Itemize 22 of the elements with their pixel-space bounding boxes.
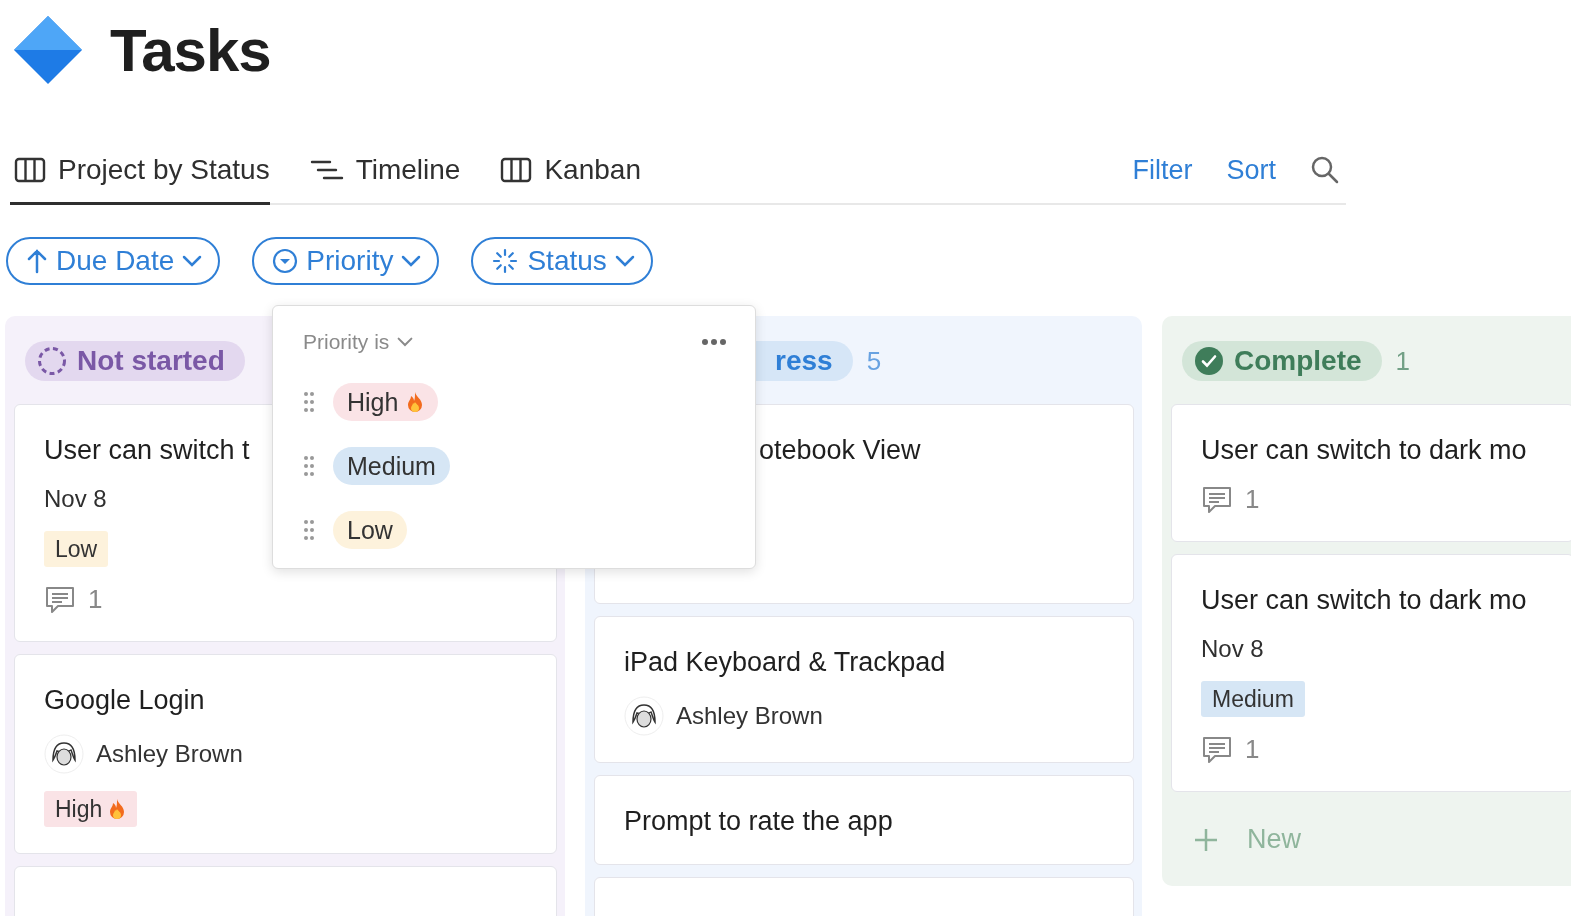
status-label: Complete <box>1182 341 1382 381</box>
due-date: Nov 8 <box>1201 634 1265 664</box>
card-title: User can switch to dark mo <box>1201 584 1527 617</box>
status-label: Not started <box>25 341 245 381</box>
card-title: Prompt to rate the app <box>624 805 893 838</box>
priority-tag: Low <box>44 531 109 567</box>
card-title: otebook View <box>758 434 921 467</box>
assignee-name: Ashley Brown <box>96 740 243 768</box>
priority-tag: High <box>44 791 138 827</box>
card-count: 1 <box>1395 345 1411 377</box>
card-title: User can switch t <box>44 434 250 467</box>
priority-tag: Medium <box>1201 681 1305 717</box>
card-title: iPad Keyboard & Trackpad <box>624 646 946 679</box>
comment-count: 1 <box>88 584 103 615</box>
card-title: User can switch to dark mo <box>1201 434 1527 467</box>
card-title: Google Login <box>44 684 205 717</box>
due-date: Nov 8 <box>44 484 108 514</box>
card-count: 5 <box>866 345 882 377</box>
assignee-name: Ashley Brown <box>676 702 823 730</box>
comment-count: 1 <box>1245 734 1260 765</box>
comment-count: 1 <box>1245 484 1260 515</box>
page-title: Tasks <box>110 15 271 85</box>
